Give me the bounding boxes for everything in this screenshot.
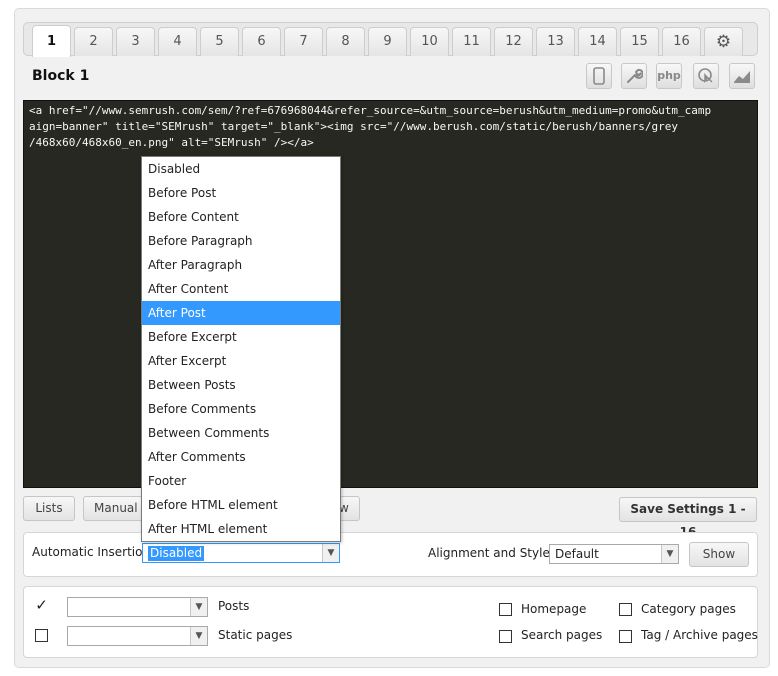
tab-10[interactable]: 10: [410, 27, 449, 56]
chevron-down-icon: ▼: [190, 598, 207, 616]
code-line-3: /468x60/468x60_en.png" alt="SEMrush" /><…: [29, 136, 314, 149]
tab-1[interactable]: 1: [32, 25, 71, 57]
tag-archive-pages-label: Tag / Archive pages: [641, 628, 758, 642]
static-pages-checkbox[interactable]: [35, 629, 48, 642]
dropdown-option[interactable]: After Excerpt: [142, 349, 340, 373]
tab-2[interactable]: 2: [74, 27, 113, 56]
alignment-select[interactable]: Default ▼: [549, 544, 679, 564]
mobile-icon[interactable]: [586, 63, 612, 89]
tab-6[interactable]: 6: [242, 27, 281, 56]
chart-icon[interactable]: [729, 63, 755, 89]
category-pages-label: Category pages: [641, 602, 736, 616]
insertion-dropdown-list[interactable]: Disabled Before Post Before Content Before …: [141, 156, 341, 542]
tab-14[interactable]: 14: [578, 27, 617, 56]
static-pages-filter-select[interactable]: ▼: [67, 626, 208, 646]
code-line-1: <a href="//www.semrush.com/sem/?ref=6769…: [29, 104, 712, 117]
tab-13[interactable]: 13: [536, 27, 575, 56]
show-button[interactable]: Show: [689, 542, 749, 567]
chevron-down-icon: ▼: [661, 545, 678, 563]
search-pages-checkbox[interactable]: [499, 630, 512, 643]
homepage-label: Homepage: [521, 602, 587, 616]
dropdown-option[interactable]: Footer: [142, 469, 340, 493]
manual-button[interactable]: Manual: [83, 496, 145, 521]
automatic-insertion-select[interactable]: Disabled ▼: [142, 543, 340, 563]
code-line-2: aign=banner" title="SEMrush" target="_bl…: [29, 120, 679, 133]
tab-4[interactable]: 4: [158, 27, 197, 56]
dropdown-option[interactable]: After HTML element: [142, 517, 340, 541]
homepage-checkbox[interactable]: [499, 603, 512, 616]
dropdown-option[interactable]: Between Comments: [142, 421, 340, 445]
tab-9[interactable]: 9: [368, 27, 407, 56]
automatic-insertion-value: Disabled: [148, 546, 205, 561]
tab-7[interactable]: 7: [284, 27, 323, 56]
tab-8[interactable]: 8: [326, 27, 365, 56]
static-pages-label: Static pages: [218, 628, 293, 642]
search-pages-label: Search pages: [521, 628, 603, 642]
posts-checkbox[interactable]: ✓: [35, 598, 48, 613]
save-settings-button[interactable]: Save Settings 1 - 16: [619, 497, 757, 539]
tab-5[interactable]: 5: [200, 27, 239, 56]
posts-filter-select[interactable]: ▼: [67, 597, 208, 617]
code-editor[interactable]: <a href="//www.semrush.com/sem/?ref=6769…: [23, 100, 758, 488]
chevron-down-icon: ▼: [190, 627, 207, 645]
alignment-label: Alignment and Style: [428, 546, 550, 560]
wrench-icon[interactable]: [621, 63, 647, 89]
dropdown-option[interactable]: Before Comments: [142, 397, 340, 421]
chevron-down-icon: ▼: [322, 544, 339, 562]
category-pages-checkbox[interactable]: [619, 603, 632, 616]
tab-3[interactable]: 3: [116, 27, 155, 56]
tab-15[interactable]: 15: [620, 27, 659, 56]
dropdown-option[interactable]: Before Excerpt: [142, 325, 340, 349]
dropdown-option[interactable]: After Comments: [142, 445, 340, 469]
tab-11[interactable]: 11: [452, 27, 491, 56]
tag-archive-pages-checkbox[interactable]: [619, 630, 632, 643]
dropdown-option[interactable]: After Content: [142, 277, 340, 301]
posts-label: Posts: [218, 599, 250, 613]
tab-16[interactable]: 16: [662, 27, 701, 56]
dropdown-option[interactable]: Between Posts: [142, 373, 340, 397]
gear-icon[interactable]: ⚙: [704, 27, 743, 56]
dropdown-option[interactable]: After Post: [142, 301, 340, 325]
block-title: Block 1: [32, 68, 90, 84]
cursor-icon[interactable]: [693, 63, 719, 89]
dropdown-option[interactable]: Disabled: [142, 157, 340, 181]
alignment-value: Default: [555, 547, 599, 561]
php-icon[interactable]: php: [656, 63, 682, 89]
dropdown-option[interactable]: Before Paragraph: [142, 229, 340, 253]
automatic-insertion-label: Automatic Insertion: [32, 545, 151, 559]
lists-button[interactable]: Lists: [23, 496, 75, 521]
dropdown-option[interactable]: Before Post: [142, 181, 340, 205]
dropdown-option[interactable]: After Paragraph: [142, 253, 340, 277]
dropdown-option[interactable]: Before HTML element: [142, 493, 340, 517]
tab-12[interactable]: 12: [494, 27, 533, 56]
dropdown-option[interactable]: Before Content: [142, 205, 340, 229]
